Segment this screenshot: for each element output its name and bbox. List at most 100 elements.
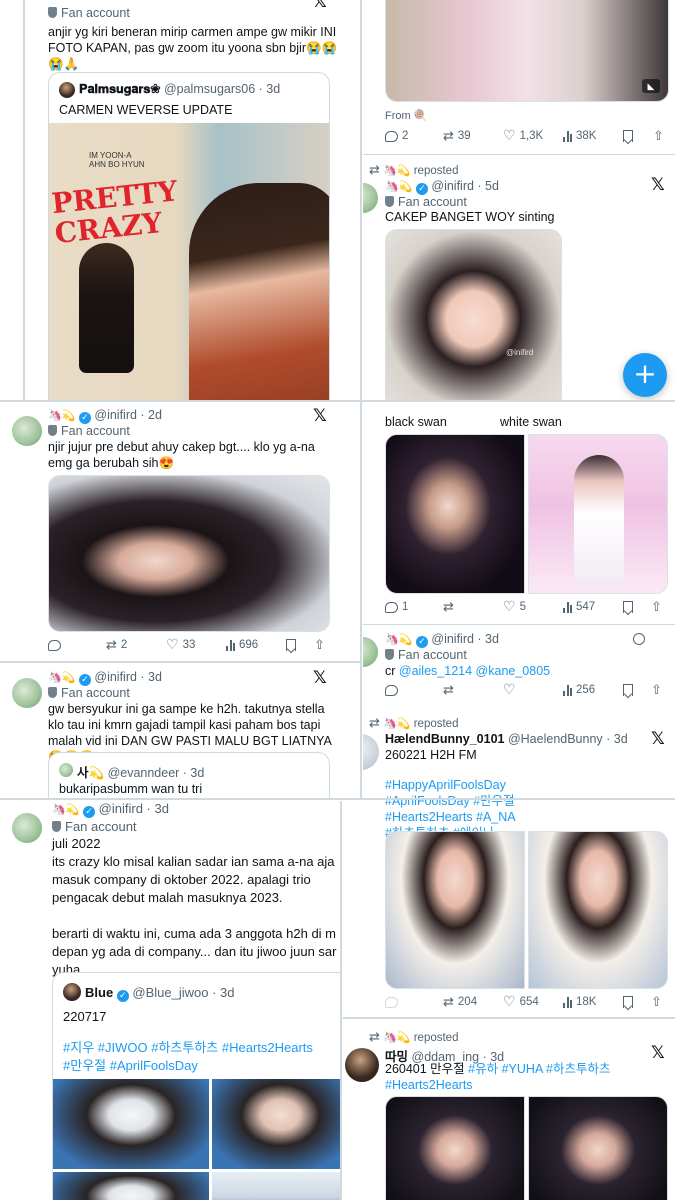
repost-button[interactable]: ⇄ [443, 683, 454, 698]
reply-button[interactable] [385, 996, 398, 1008]
repost-icon: ⇄ [106, 637, 117, 653]
avatar[interactable] [12, 813, 42, 843]
screenshot-panel-4: black swan white swan 1 ⇄ ♡ 5 547 ⇧ 🦄💫 ✓ … [363, 403, 675, 708]
collage-divider-horizontal [0, 400, 675, 402]
mention-link[interactable]: @kane_0805 [476, 664, 551, 678]
portrait-photo[interactable]: @inifird [385, 229, 562, 400]
selfie-photo[interactable] [48, 475, 330, 632]
black-swan-photo[interactable] [385, 434, 525, 594]
x-logo-icon[interactable]: 𝕏 [313, 668, 327, 688]
concert-photo-left[interactable] [385, 1096, 525, 1200]
quote-image[interactable]: PRETTY CRAZY IM YOON-A AHN BO HYUN [49, 123, 329, 400]
quote-photo-1[interactable] [53, 1079, 209, 1169]
like-button[interactable]: ♡ [503, 682, 516, 698]
tweet-text: anjir yg kiri beneran mirip carmen ampe … [48, 25, 338, 71]
screenshot-panel-5: 🦄💫 ✓ @inifird · 3d 𝕏 Fan account gw bers… [0, 664, 360, 798]
hashtags[interactable]: #지우 #JIWOO #하츠투하츠 #Hearts2Hearts #만우절 #A… [63, 1039, 313, 1075]
heart-icon: ♡ [503, 599, 516, 615]
quoted-tweet[interactable]: 사💫 @evanndeer · 3d bukaripasbumm wan tu … [48, 752, 330, 798]
reply-icon [48, 639, 61, 651]
repost-button[interactable]: ⇄ 39 [443, 129, 471, 144]
grok-icon[interactable] [633, 633, 645, 645]
x-logo-icon[interactable]: 𝕏 [313, 406, 327, 426]
quote-avatar[interactable] [59, 82, 75, 98]
like-button[interactable]: ♡ 654 [503, 994, 539, 1010]
quote-author[interactable]: 𝐏𝐚𝐥𝐦𝐬𝐮𝐠𝐚𝐫𝐬❀ @palmsugars06 · 3d [79, 82, 280, 97]
verified-icon: ✓ [116, 990, 129, 1002]
quote-author[interactable]: 사💫 @evanndeer · 3d [77, 762, 204, 781]
avatar[interactable] [363, 734, 379, 770]
tweet-author[interactable]: 🦄💫 ✓ @inifird · 3d [385, 632, 499, 648]
x-logo-icon[interactable]: 𝕏 [313, 0, 327, 12]
share-button[interactable]: ⇧ [653, 129, 664, 144]
woman-left-figure [79, 243, 134, 373]
like-button[interactable]: ♡ 5 [503, 599, 526, 615]
quoted-tweet[interactable]: 𝐏𝐚𝐥𝐦𝐬𝐮𝐠𝐚𝐫𝐬❀ @palmsugars06 · 3d CARMEN WE… [48, 72, 330, 400]
quote-avatar[interactable] [59, 763, 73, 777]
bookmark-button[interactable] [623, 996, 633, 1008]
tweet-actions: ⇄ 2 ♡ 33 696 ⇧ [48, 636, 330, 654]
share-button[interactable]: ⇧ [651, 683, 662, 698]
stage-photo-left[interactable] [385, 831, 525, 989]
gif-badge-icon[interactable]: ◣ [642, 79, 660, 93]
group-photo[interactable]: ◣ [385, 0, 669, 102]
repost-icon: ⇄ [443, 128, 454, 144]
avatar[interactable] [345, 1048, 379, 1082]
concert-photo-right[interactable] [528, 1096, 668, 1200]
bookmark-button[interactable] [623, 130, 633, 142]
share-button[interactable]: ⇧ [651, 995, 662, 1010]
avatar[interactable] [12, 416, 42, 446]
quoted-tweet[interactable]: Blue ✓ @Blue_jiwoo · 3d 220717 #지우 #JIWO… [52, 972, 340, 1200]
like-button[interactable]: ♡ 33 [166, 637, 195, 653]
tweet-author[interactable]: 🦄💫 ✓ @inifird · 5d [385, 179, 499, 195]
tweet-author[interactable]: 🦄💫 ✓ @inifird · 3d [52, 801, 169, 818]
share-button[interactable]: ⇧ [314, 638, 325, 653]
views-button[interactable]: 547 [563, 601, 595, 613]
bookmark-button[interactable] [623, 601, 633, 613]
screenshot-panel-3: 🦄💫 ✓ @inifird · 2d 𝕏 Fan account njir ju… [0, 403, 360, 661]
reply-icon [385, 130, 398, 142]
stage-photo-right[interactable] [528, 831, 668, 989]
like-button[interactable]: ♡ 1,3K [503, 128, 543, 144]
avatar[interactable] [12, 678, 42, 708]
views-icon [563, 684, 572, 696]
share-button[interactable]: ⇧ [651, 600, 662, 615]
quote-photo-2[interactable] [212, 1079, 340, 1169]
quote-text: CARMEN WEVERSE UPDATE [59, 103, 233, 117]
views-button[interactable]: 18K [563, 996, 596, 1008]
tweet-author[interactable]: HælendBunny_0101 @HaelendBunny · 3d [385, 732, 628, 746]
views-button[interactable]: 38K [563, 130, 596, 142]
quote-text: bukaripasbumm wan tu tri [59, 782, 203, 796]
screenshot-panel-1: Fan account 𝕏 anjir yg kiri beneran miri… [0, 0, 360, 400]
bookmark-icon [623, 130, 633, 142]
reply-button[interactable]: 2 [385, 130, 408, 142]
collage-divider-horizontal [0, 661, 360, 663]
views-button[interactable]: 256 [563, 684, 595, 696]
reply-button[interactable] [48, 639, 61, 651]
quote-author[interactable]: Blue ✓ @Blue_jiwoo · 3d [85, 985, 235, 1002]
quote-photo-4[interactable] [212, 1172, 340, 1200]
bookmark-button[interactable] [623, 684, 633, 696]
avatar[interactable] [363, 183, 378, 213]
tweet-author[interactable]: 🦄💫 ✓ @inifird · 2d [48, 408, 162, 424]
x-logo-icon[interactable]: 𝕏 [651, 729, 665, 749]
reply-button[interactable] [385, 684, 398, 696]
fan-account-label: Fan account [48, 686, 130, 700]
tweet-text: CAKEP BANGET WOY sinting [385, 210, 555, 224]
quote-avatar[interactable] [63, 983, 81, 1001]
x-logo-icon[interactable]: 𝕏 [651, 175, 665, 195]
repost-button[interactable]: ⇄ 2 [106, 638, 127, 653]
tweet-author[interactable]: 🦄💫 ✓ @inifird · 3d [48, 670, 162, 686]
bookmark-button[interactable] [286, 639, 296, 651]
views-button[interactable]: 696 [226, 639, 258, 651]
reply-icon [385, 996, 398, 1008]
repost-button[interactable]: ⇄ 204 [443, 995, 477, 1010]
mention-link[interactable]: @ailes_1214 [399, 664, 472, 678]
x-logo-icon[interactable]: 𝕏 [651, 1043, 665, 1063]
quote-photo-3[interactable] [53, 1172, 209, 1200]
reply-button[interactable]: 1 [385, 601, 408, 613]
white-swan-photo[interactable] [528, 434, 668, 594]
compose-button[interactable]: + [623, 353, 667, 397]
repost-button[interactable]: ⇄ [443, 600, 454, 615]
avatar[interactable] [363, 637, 378, 667]
